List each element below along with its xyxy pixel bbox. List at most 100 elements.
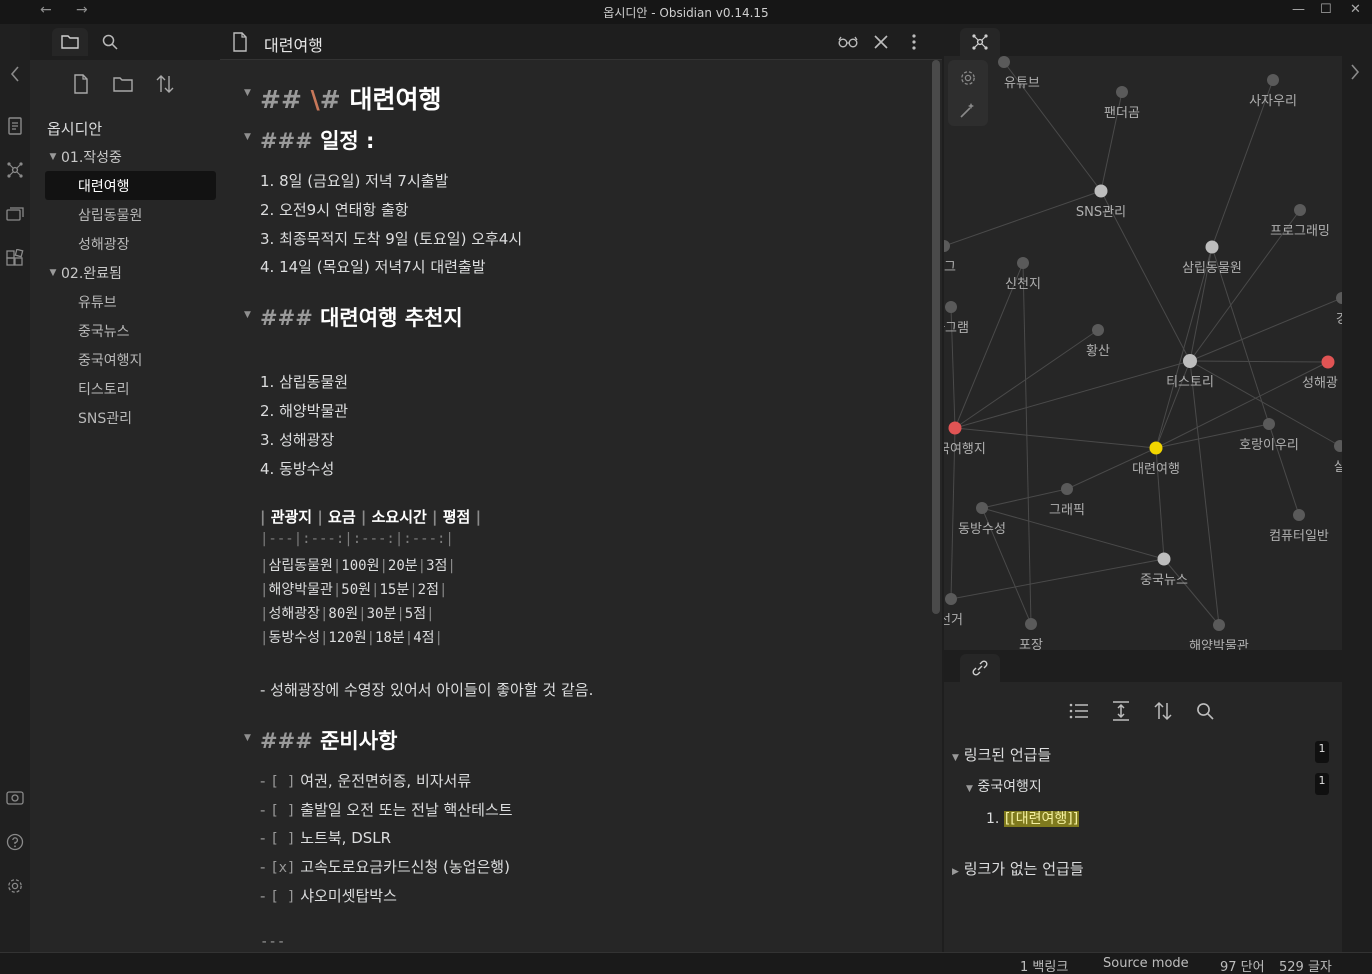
checklist-item[interactable]: - [ ] 샤오미셋탑박스 — [260, 885, 397, 906]
collapse-results-icon[interactable] — [1068, 700, 1090, 722]
backlink-count-status[interactable]: 1 백링크 — [1020, 956, 1068, 974]
help-icon[interactable] — [5, 832, 25, 852]
graph-node[interactable] — [1094, 184, 1108, 198]
graph-node[interactable] — [1294, 204, 1306, 216]
more-options-icon[interactable] — [904, 32, 924, 52]
file-dalian-trip[interactable]: 대련여행 — [45, 171, 216, 200]
graph-node[interactable] — [1183, 354, 1197, 368]
graph-view-icon[interactable] — [5, 160, 25, 180]
close-window-button[interactable]: ✕ — [1350, 2, 1361, 17]
new-folder-icon[interactable] — [111, 72, 135, 96]
checklist-item[interactable]: - [ ] 여권, 운전면허증, 비자서류 — [260, 770, 471, 791]
file-samlip-zoo[interactable]: 삼립동물원 — [45, 200, 216, 229]
file-tistory[interactable]: 티스토리 — [45, 374, 216, 403]
horizontal-rule: --- — [260, 934, 286, 950]
graph-controls — [948, 60, 988, 126]
cards-icon[interactable] — [5, 204, 25, 224]
heading-text: 대련여행 추천지 — [320, 306, 463, 330]
graph-node[interactable] — [944, 240, 950, 252]
graph-node[interactable] — [1092, 324, 1104, 336]
graph-node[interactable] — [1116, 86, 1128, 98]
graph-node[interactable] — [1321, 355, 1335, 369]
graph-node[interactable] — [1334, 440, 1342, 452]
unlinked-mentions-header[interactable]: ▶ 링크가 없는 언급들 — [952, 858, 1084, 879]
graph-node[interactable] — [1017, 257, 1029, 269]
show-context-icon[interactable] — [1110, 700, 1132, 722]
window-title: 옵시디안 - Obsidian v0.14.15 — [603, 6, 769, 20]
fold-caret-icon[interactable]: ▼ — [244, 733, 251, 743]
graph-node[interactable] — [998, 56, 1010, 68]
linked-mentions-label: 링크된 언급들 — [963, 746, 1052, 764]
file-sunghae-square[interactable]: 성해광장 — [45, 229, 216, 258]
reading-view-glasses-icon[interactable] — [838, 32, 858, 52]
close-icon[interactable] — [871, 32, 891, 52]
minimize-button[interactable]: — — [1292, 2, 1305, 17]
quick-switcher-icon[interactable] — [5, 116, 25, 136]
note-title[interactable]: 대련여행 — [264, 32, 323, 56]
backlinks-tab[interactable] — [960, 654, 1000, 682]
checklist-item[interactable]: - [x] 고속도로요금카드신청 (농업은행) — [260, 856, 510, 877]
graph-node[interactable] — [1061, 483, 1073, 495]
graph-node[interactable] — [948, 421, 962, 435]
tree-item-label: 02.완료됨 — [61, 265, 122, 282]
checklist-item[interactable]: - [ ] 노트북, DSLR — [260, 827, 391, 848]
title-bar: ← → 옵시디안 - Obsidian v0.14.15 — ☐ ✕ — [0, 0, 1372, 24]
graph-node[interactable] — [1213, 619, 1225, 631]
graph-node[interactable] — [1263, 418, 1275, 430]
maximize-button[interactable]: ☐ — [1320, 2, 1332, 17]
graph-node-label: 그 — [944, 260, 956, 275]
graph-node[interactable] — [1157, 552, 1171, 566]
magic-wand-icon[interactable] — [958, 100, 978, 120]
graph-node[interactable] — [1267, 74, 1279, 86]
graph-view[interactable]: 유튜브팬더곰 사자우리 SNS관리프로그래밍그 삼립동물원신천지타그램황산티스토리 성해… — [944, 56, 1342, 650]
backlink-source-file[interactable]: ▼ 중국여행지 — [966, 776, 1042, 796]
collapse-right-icon[interactable] — [1350, 64, 1360, 84]
graph-settings-gear-icon[interactable] — [958, 68, 978, 88]
char-count-status: 529 글자 — [1279, 960, 1332, 974]
backlink-match[interactable]: 1. [[대련여행]] — [986, 808, 1080, 828]
graph-tab[interactable] — [960, 28, 1000, 56]
file-china-trip[interactable]: 중국여행지 — [45, 345, 216, 374]
fold-caret-icon[interactable]: ▼ — [244, 132, 251, 142]
linked-mentions-header[interactable]: ▼ 링크된 언급들 — [952, 744, 1051, 765]
search-icon[interactable] — [1194, 700, 1216, 722]
checklist-item[interactable]: - [ ] 출발일 오전 또는 전날 핵산테스트 — [260, 799, 513, 820]
settings-gear-icon[interactable] — [5, 876, 25, 896]
table-row: |동방수성|120원|18분|4점| — [260, 630, 443, 646]
file-youtube[interactable]: 유튜브 — [45, 287, 216, 316]
folder-done[interactable]: ▼ 02.완료됨 — [45, 258, 216, 287]
graph-canvas[interactable]: 유튜브팬더곰 사자우리 SNS관리프로그래밍그 삼립동물원신천지타그램황산티스토리 성해… — [944, 56, 1342, 650]
graph-node[interactable] — [1149, 441, 1163, 455]
search-tab[interactable] — [92, 28, 128, 56]
fold-caret-icon[interactable]: ▼ — [244, 88, 251, 98]
fold-caret-icon[interactable]: ▼ — [244, 310, 251, 320]
status-bar: 1 백링크 Source mode 97 단어 529 글자 — [0, 952, 1372, 974]
graph-node[interactable] — [976, 502, 988, 514]
graph-node[interactable] — [945, 593, 957, 605]
new-note-icon[interactable] — [69, 72, 93, 96]
editor-mode-status[interactable]: Source mode — [1103, 956, 1189, 971]
graph-edge — [954, 360, 1191, 429]
folder-writing[interactable]: ▼ 01.작성중 — [45, 142, 216, 171]
graph-node[interactable] — [1293, 509, 1305, 521]
sort-icon[interactable] — [153, 72, 177, 96]
editor-scrollbar[interactable] — [932, 60, 940, 614]
chevron-down-icon: ▼ — [49, 151, 57, 162]
sort-icon[interactable] — [1152, 700, 1174, 722]
file-china-news[interactable]: 중국뉴스 — [45, 316, 216, 345]
graph-node-label: 그래픽 — [1049, 503, 1085, 518]
collapse-left-icon[interactable] — [5, 64, 25, 84]
graph-node-label: SNS관리 — [1076, 205, 1126, 220]
heading-prepare: ### 준비사항 — [260, 725, 397, 755]
source-count-badge: 1 — [1315, 773, 1329, 795]
plugins-icon[interactable] — [5, 248, 25, 268]
vault-switch-icon[interactable] — [5, 788, 25, 808]
file-sns[interactable]: SNS관리 — [45, 403, 216, 432]
tree-item-label: 01.작성중 — [61, 149, 122, 166]
graph-edge — [1189, 360, 1329, 363]
file-explorer-tab[interactable] — [52, 28, 88, 56]
graph-node-label: 호랑이우리 — [1239, 438, 1299, 453]
graph-node[interactable] — [1025, 618, 1037, 630]
graph-node[interactable] — [1205, 240, 1219, 254]
graph-node[interactable] — [945, 301, 957, 313]
